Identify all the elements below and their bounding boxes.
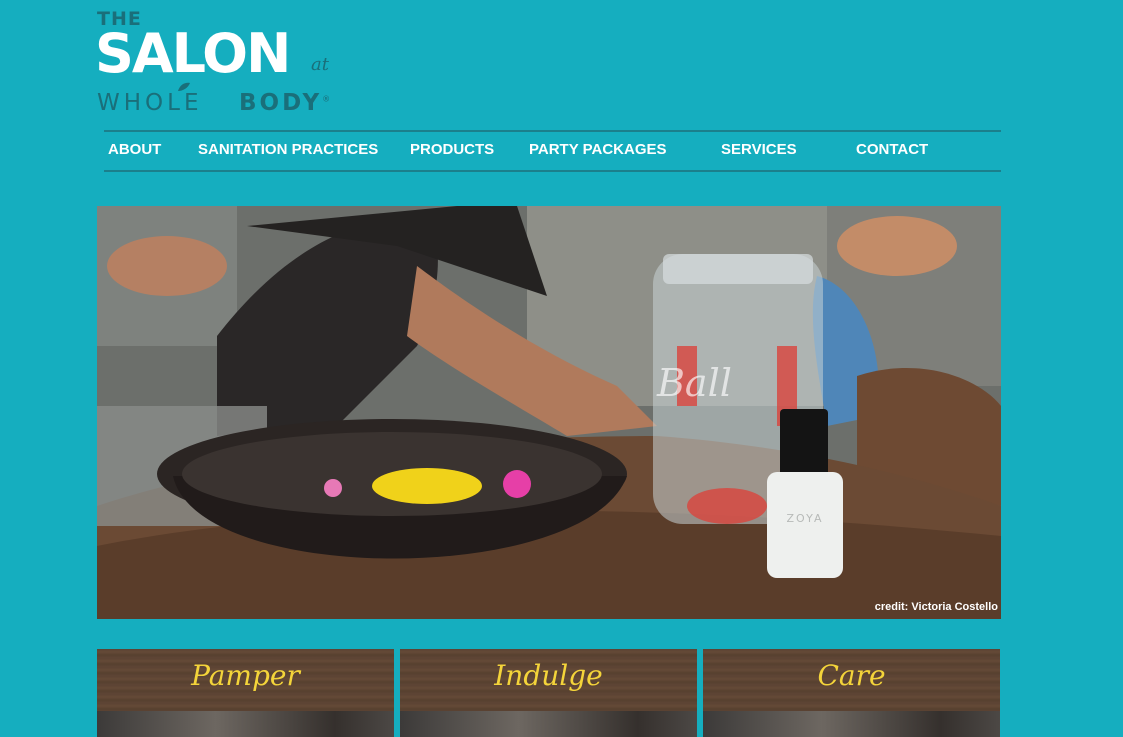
nav-party-packages[interactable]: PARTY PACKAGES <box>529 141 667 158</box>
logo-whole: WHOLE <box>97 90 203 116</box>
main-nav: ABOUT SANITATION PRACTICES PRODUCTS PART… <box>104 130 1001 172</box>
polish-label: ZOYA <box>787 512 824 525</box>
card-label-pamper: Pamper <box>191 659 300 692</box>
card-label-care: Care <box>817 659 886 692</box>
card-photo <box>703 711 1000 737</box>
nav-about[interactable]: ABOUT <box>108 141 161 158</box>
site-logo[interactable]: THE SALON at WHOLE BODY® <box>95 8 347 118</box>
card-pamper[interactable]: Pamper <box>97 649 394 737</box>
logo-body: BODY® <box>239 90 334 116</box>
nav-services[interactable]: SERVICES <box>721 141 797 158</box>
card-indulge[interactable]: Indulge <box>400 649 697 737</box>
trademark-mark: ® <box>322 94 334 104</box>
hero-photo-illustration: Ball ZOYA <box>97 206 1001 619</box>
card-label-indulge: Indulge <box>494 659 603 692</box>
card-photo <box>400 711 697 737</box>
nav-contact[interactable]: CONTACT <box>856 141 928 158</box>
card-photo <box>97 711 394 737</box>
photo-credit: credit: Victoria Costello <box>874 601 998 613</box>
jar-label: Ball <box>656 361 732 405</box>
nav-sanitation-practices[interactable]: SANITATION PRACTICES <box>198 141 378 158</box>
logo-at: at <box>311 54 329 75</box>
card-care[interactable]: Care <box>703 649 1000 737</box>
hero-photo: Ball ZOYA credit: Victoria Costello <box>97 206 1001 619</box>
logo-salon: SALON <box>95 22 291 85</box>
page: THE SALON at WHOLE BODY® ABOUT SANITATIO… <box>0 0 1123 737</box>
nav-products[interactable]: PRODUCTS <box>410 141 494 158</box>
